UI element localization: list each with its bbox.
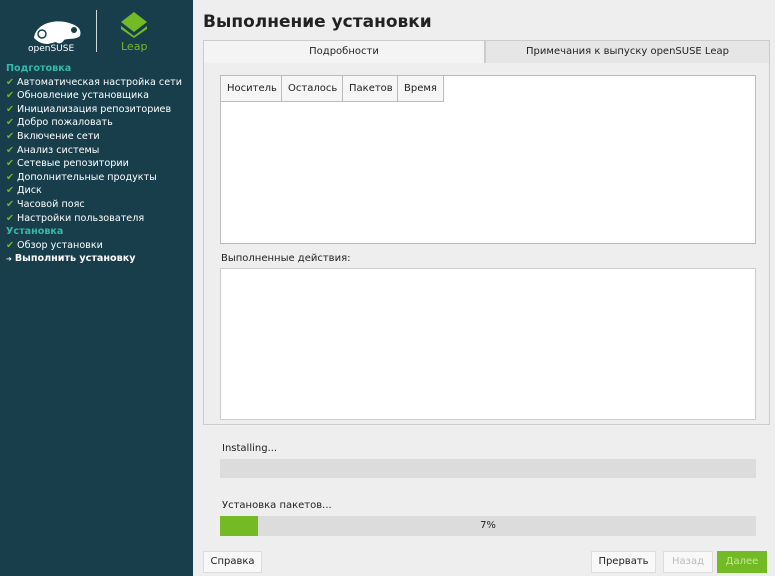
sidebar-step: ✔ Обновление установщика: [6, 89, 182, 103]
help-button[interactable]: Справка: [203, 551, 262, 573]
step-label: Обновление установщика: [17, 90, 149, 102]
sidebar-section-title: Установка: [6, 226, 64, 238]
check-icon: ✔: [6, 117, 15, 129]
step-label: Добро пожаловать: [17, 117, 113, 129]
step-label: Инициализация репозиториев: [17, 103, 172, 115]
check-icon: ✔: [6, 130, 15, 142]
step-label: Диск: [17, 185, 42, 197]
progress-installing: [220, 459, 756, 478]
check-icon: ✔: [6, 90, 15, 102]
sidebar-step: ✔ Дополнительные продукты: [6, 171, 182, 185]
progress-percent: 7%: [480, 520, 496, 531]
arrow-icon: ➔: [6, 255, 12, 264]
sidebar-step: ✔ Сетевые репозитории: [6, 157, 182, 171]
step-label: Автоматическая настройка сети: [17, 76, 182, 88]
check-icon: ✔: [6, 158, 15, 170]
check-icon: ✔: [6, 239, 15, 251]
column-header-time[interactable]: Время: [398, 76, 444, 102]
sidebar-step: ✔ Настройки пользователя: [6, 212, 182, 226]
check-icon: ✔: [6, 185, 15, 197]
step-label: Выполнить установку: [14, 253, 136, 265]
progress-packages: 7%: [220, 516, 756, 536]
step-label: Анализ системы: [17, 144, 100, 156]
step-list: Подготовка ✔ Автоматическая настройка сети…: [6, 62, 182, 267]
step-label: Часовой пояс: [17, 198, 85, 210]
opensuse-logo: openSUSE Leap: [28, 10, 178, 58]
step-label: Сетевые репозитории: [17, 158, 129, 170]
logo-divider: [96, 10, 97, 52]
leap-text: Leap: [121, 40, 148, 53]
actions-label: Выполненные действия:: [221, 253, 351, 264]
step-label: Дополнительные продукты: [17, 171, 157, 183]
sidebar-step: ✔ Включение сети: [6, 130, 182, 144]
step-label: Включение сети: [17, 130, 100, 142]
column-header-media[interactable]: Носитель: [221, 76, 282, 102]
check-icon: ✔: [6, 103, 15, 115]
abort-button[interactable]: Прервать: [591, 551, 656, 573]
column-header-packages[interactable]: Пакетов: [343, 76, 398, 102]
sidebar-step: ✔ Диск: [6, 184, 182, 198]
media-table[interactable]: Носитель Осталось Пакетов Время: [220, 75, 756, 244]
leap-icon: [121, 12, 147, 38]
sidebar-step: ✔ Часовой пояс: [6, 198, 182, 212]
check-icon: ✔: [6, 144, 15, 156]
sidebar: openSUSE Leap Подготовка ✔ Автоматическая …: [0, 0, 193, 576]
progress-installing-label: Installing...: [222, 443, 278, 454]
back-button[interactable]: Назад: [663, 551, 713, 573]
column-header-remaining[interactable]: Осталось: [282, 76, 343, 102]
check-icon: ✔: [6, 212, 15, 224]
page-title: Выполнение установки: [203, 12, 432, 32]
sidebar-step-current: ➔ Выполнить установку: [6, 252, 182, 267]
sidebar-step: ✔ Инициализация репозиториев: [6, 103, 182, 117]
sidebar-step: ✔ Автоматическая настройка сети: [6, 76, 182, 90]
progress-packages-label: Установка пакетов...: [222, 500, 332, 511]
check-icon: ✔: [6, 171, 15, 183]
sidebar-section-title: Подготовка: [6, 63, 72, 74]
check-icon: ✔: [6, 198, 15, 210]
next-button[interactable]: Далее: [717, 551, 767, 573]
sidebar-step: ✔ Анализ системы: [6, 144, 182, 158]
tab-release-notes[interactable]: Примечания к выпуску openSUSE Leap: [485, 40, 770, 64]
sidebar-step: ✔ Добро пожаловать: [6, 116, 182, 130]
step-label: Обзор установки: [17, 239, 103, 251]
sidebar-step: ✔ Обзор установки: [6, 239, 182, 253]
logo-text: openSUSE: [28, 44, 75, 54]
step-label: Настройки пользователя: [17, 212, 145, 224]
tab-details[interactable]: Подробности: [203, 40, 485, 64]
actions-log[interactable]: [220, 268, 756, 420]
check-icon: ✔: [6, 76, 15, 88]
